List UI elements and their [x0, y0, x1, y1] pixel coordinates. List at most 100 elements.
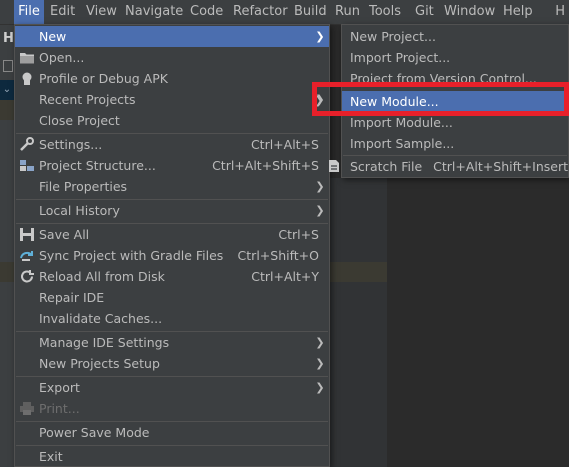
menu-item-label: Project from Version Control... — [350, 71, 537, 86]
menu-help[interactable]: Help — [503, 0, 533, 24]
menu-item-shortcut: Ctrl+Alt+Shift+S — [212, 158, 319, 173]
gradle-sync-icon — [20, 251, 33, 261]
print-icon — [20, 402, 34, 415]
menu-item-project-structure[interactable]: Project Structure... Ctrl+Alt+Shift+S — [15, 155, 329, 176]
menu-item-label: Reload All from Disk — [39, 269, 165, 284]
wrench-icon — [20, 137, 34, 151]
menu-item-label: Sync Project with Gradle Files — [39, 248, 224, 263]
menu-item-file-properties[interactable]: File Properties ❯ — [15, 176, 329, 197]
menu-item-label: Recent Projects — [39, 92, 136, 107]
new-submenu: New Project... Import Project... Project… — [329, 24, 569, 178]
menu-item-print: Print... — [15, 398, 329, 419]
submenu-item-import-module[interactable]: Import Module... — [342, 112, 568, 133]
title-initial: H — [555, 4, 565, 19]
menu-item-label: Print... — [39, 401, 80, 416]
editor-area — [387, 178, 569, 467]
apk-icon — [22, 72, 32, 85]
menu-item-settings[interactable]: Settings... Ctrl+Alt+S — [15, 134, 329, 155]
menu-run[interactable]: Run — [335, 0, 360, 24]
menu-item-label: New Project... — [350, 29, 436, 44]
menu-navigate[interactable]: Navigate — [125, 0, 183, 24]
left-panel-icon — [3, 60, 13, 72]
folder-icon — [20, 53, 34, 64]
file-menu: New ❯ Open... Profile or Debug APK Recen… — [14, 24, 330, 467]
menu-item-label: Exit — [39, 449, 63, 464]
scratch-file-icon — [329, 160, 339, 172]
gutter-panel — [330, 178, 387, 467]
menu-item-label: Project Structure... — [39, 158, 156, 173]
menu-item-invalidate-caches[interactable]: Invalidate Caches... — [15, 308, 329, 329]
menu-tools[interactable]: Tools — [369, 0, 401, 24]
menu-view[interactable]: View — [86, 0, 117, 24]
menu-item-local-history[interactable]: Local History ❯ — [15, 200, 329, 221]
menu-item-shortcut: Ctrl+Shift+O — [237, 248, 319, 263]
menu-refactor[interactable]: Refactor — [233, 0, 288, 24]
menu-item-label: Manage IDE Settings — [39, 335, 170, 350]
menu-item-label: Repair IDE — [39, 290, 105, 305]
menu-item-close-project[interactable]: Close Project — [15, 110, 329, 131]
menu-window[interactable]: Window — [444, 0, 495, 24]
submenu-item-import-sample[interactable]: Import Sample... — [342, 133, 568, 154]
menu-item-label: Import Project... — [350, 50, 451, 65]
menu-item-label: Save All — [39, 227, 90, 242]
submenu-item-import-project[interactable]: Import Project... — [342, 47, 568, 68]
menu-item-label: Local History — [39, 203, 120, 218]
menu-item-label: New — [39, 29, 67, 44]
menu-edit[interactable]: Edit — [50, 0, 75, 24]
menu-build[interactable]: Build — [294, 0, 327, 24]
menu-item-label: Close Project — [39, 113, 120, 128]
left-panel-highlight-row-2 — [0, 262, 14, 282]
menu-item-label: Profile or Debug APK — [39, 71, 168, 86]
menu-item-shortcut: Ctrl+Alt+Y — [251, 269, 319, 284]
left-panel-highlight-row — [0, 100, 14, 120]
menu-item-open[interactable]: Open... — [15, 47, 329, 68]
menu-item-export[interactable]: Export ❯ — [15, 377, 329, 398]
menu-item-label: Open... — [39, 50, 85, 65]
submenu-arrow-icon: ❯ — [315, 30, 325, 43]
menu-item-label: New Module... — [350, 94, 439, 109]
submenu-item-project-from-vcs[interactable]: Project from Version Control... — [342, 68, 568, 89]
reload-icon — [21, 270, 34, 283]
menu-item-shortcut: Ctrl+Alt+Shift+Insert — [433, 159, 568, 174]
menu-item-shortcut: Ctrl+S — [278, 227, 319, 242]
save-icon — [20, 228, 34, 241]
menu-item-label: Import Module... — [350, 115, 453, 130]
menu-item-reload-from-disk[interactable]: Reload All from Disk Ctrl+Alt+Y — [15, 266, 329, 287]
menu-item-label: Power Save Mode — [39, 425, 150, 440]
menu-item-recent-projects[interactable]: Recent Projects ❯ — [15, 89, 329, 110]
menu-git[interactable]: Git — [415, 0, 434, 24]
submenu-arrow-icon: ❯ — [314, 94, 324, 107]
submenu-arrow-icon: ❯ — [315, 336, 325, 349]
menu-item-exit[interactable]: Exit — [15, 446, 329, 467]
menu-item-profile-debug-apk[interactable]: Profile or Debug APK — [15, 68, 329, 89]
submenu-item-new-module[interactable]: New Module... — [342, 91, 568, 112]
menu-item-label: Export — [39, 380, 80, 395]
submenu-item-scratch-file[interactable]: Scratch File Ctrl+Alt+Shift+Insert — [329, 156, 568, 177]
menu-item-new[interactable]: New ❯ — [15, 26, 329, 47]
menu-item-label: File Properties — [39, 179, 128, 194]
menu-item-label: New Projects Setup — [39, 356, 160, 371]
gutter-highlight-row — [330, 262, 387, 282]
submenu-arrow-icon: ❯ — [315, 357, 325, 370]
menu-item-label: Import Sample... — [350, 136, 455, 151]
left-panel-letter: H — [3, 31, 14, 46]
menu-item-save-all[interactable]: Save All Ctrl+S — [15, 224, 329, 245]
menu-item-new-projects-setup[interactable]: New Projects Setup ❯ — [15, 353, 329, 374]
project-structure-icon — [20, 160, 34, 171]
menu-code[interactable]: Code — [190, 0, 223, 24]
menu-item-label: Settings... — [39, 137, 103, 152]
menu-bar: File Edit View Navigate Code Refactor Bu… — [0, 0, 569, 25]
left-panel-selected-row: ⌄ — [0, 80, 14, 100]
submenu-arrow-icon: ❯ — [315, 381, 325, 394]
submenu-item-new-project[interactable]: New Project... — [342, 26, 568, 47]
menu-file[interactable]: File — [14, 0, 44, 24]
menu-item-label: Invalidate Caches... — [39, 311, 163, 326]
menu-item-sync-gradle[interactable]: Sync Project with Gradle Files Ctrl+Shif… — [15, 245, 329, 266]
submenu-arrow-icon: ❯ — [315, 204, 325, 217]
menu-item-label: Scratch File — [350, 159, 423, 174]
menu-item-power-save-mode[interactable]: Power Save Mode — [15, 422, 329, 443]
submenu-arrow-icon: ❯ — [315, 180, 325, 193]
menu-item-shortcut: Ctrl+Alt+S — [250, 137, 319, 152]
menu-item-manage-ide-settings[interactable]: Manage IDE Settings ❯ — [15, 332, 329, 353]
menu-item-repair-ide[interactable]: Repair IDE — [15, 287, 329, 308]
